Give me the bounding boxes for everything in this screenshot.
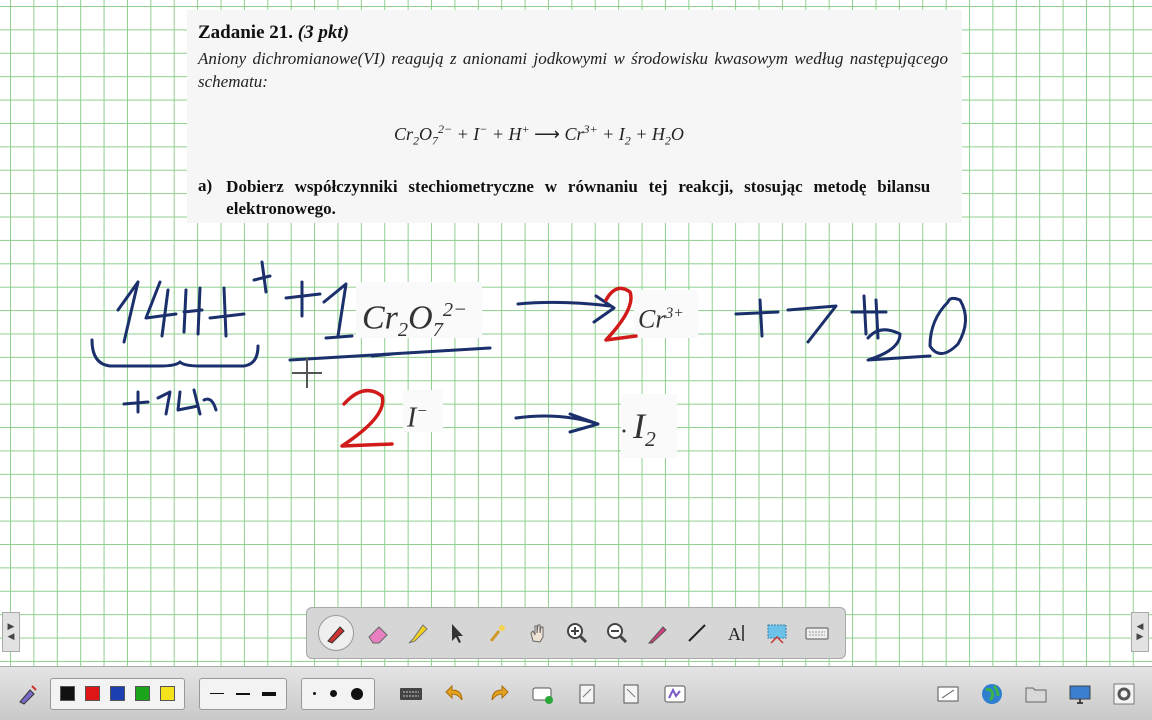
ink-letter-o-water <box>928 296 967 355</box>
screen-capture-icon[interactable] <box>760 616 794 650</box>
add-page-icon[interactable] <box>529 680 557 708</box>
previous-page-icon[interactable] <box>573 680 601 708</box>
ink-minus-mark <box>370 352 394 358</box>
next-page-icon[interactable] <box>617 680 645 708</box>
dot-size-2[interactable] <box>330 690 337 697</box>
left-side-arrow-icon[interactable]: ▶ ◀ <box>2 612 20 652</box>
display-icon[interactable] <box>1066 680 1094 708</box>
text-icon[interactable]: A <box>720 616 754 650</box>
keyboard-icon[interactable] <box>800 616 834 650</box>
ink-digit-1 <box>116 280 140 344</box>
ink-plus-14 <box>122 388 218 416</box>
zoom-out-icon[interactable] <box>600 616 634 650</box>
crosshair-cursor-icon <box>292 358 322 388</box>
ink-dot <box>622 429 626 433</box>
redo-icon[interactable] <box>485 680 513 708</box>
line-width-1[interactable] <box>210 693 224 694</box>
ink-red-2-iodide <box>340 388 394 448</box>
dot-size-palette <box>301 677 375 710</box>
zoom-in-icon[interactable] <box>560 616 594 650</box>
ink-red-2-chromium <box>604 286 638 342</box>
color-palette <box>50 677 185 710</box>
ink-arrow-top <box>516 294 616 324</box>
floating-toolbar: A <box>306 607 846 659</box>
color-swatch-5[interactable] <box>160 686 175 701</box>
ink-coefficient-1 <box>322 282 354 340</box>
ink-plus-charge <box>252 260 272 294</box>
ink-plus-right <box>734 298 780 338</box>
select-arrow-icon[interactable] <box>440 616 474 650</box>
color-swatch-4[interactable] <box>135 686 150 701</box>
ink-arrow-bottom <box>514 412 600 434</box>
undo-icon[interactable] <box>441 680 469 708</box>
pen-icon[interactable] <box>318 615 354 651</box>
creative-pen-icon[interactable] <box>640 616 674 650</box>
highlighter-icon[interactable] <box>400 616 434 650</box>
line-width-2[interactable] <box>236 692 250 695</box>
color-swatch-2[interactable] <box>85 686 100 701</box>
color-swatch-1[interactable] <box>60 686 75 701</box>
ink-plus-sign <box>284 280 322 318</box>
settings-icon[interactable] <box>1110 680 1138 708</box>
folder-icon[interactable] <box>1022 680 1050 708</box>
pen-settings-icon[interactable] <box>14 680 42 708</box>
line-width-3[interactable] <box>262 691 276 696</box>
svg-text:A: A <box>728 624 741 644</box>
ink-digit-7 <box>786 304 838 344</box>
dot-size-1[interactable] <box>313 692 316 695</box>
ink-digit-4 <box>144 280 178 338</box>
line-width-palette <box>199 677 287 710</box>
hand-pan-icon[interactable] <box>520 616 554 650</box>
dot-size-3[interactable] <box>351 687 363 700</box>
magic-pen-icon[interactable] <box>480 616 514 650</box>
color-swatch-3[interactable] <box>110 686 125 701</box>
ink-plus <box>208 286 246 338</box>
gesture-icon[interactable] <box>661 680 689 708</box>
keyboard-input-icon[interactable] <box>397 680 425 708</box>
whiteboard-icon[interactable] <box>934 680 962 708</box>
globe-icon[interactable] <box>978 680 1006 708</box>
ink-brace <box>90 338 260 368</box>
eraser-icon[interactable] <box>360 616 394 650</box>
ink-letter-h <box>182 286 204 336</box>
bottom-toolbar <box>0 666 1152 720</box>
right-side-arrow-icon[interactable]: ◀ ▶ <box>1131 612 1149 652</box>
line-icon[interactable] <box>680 616 714 650</box>
